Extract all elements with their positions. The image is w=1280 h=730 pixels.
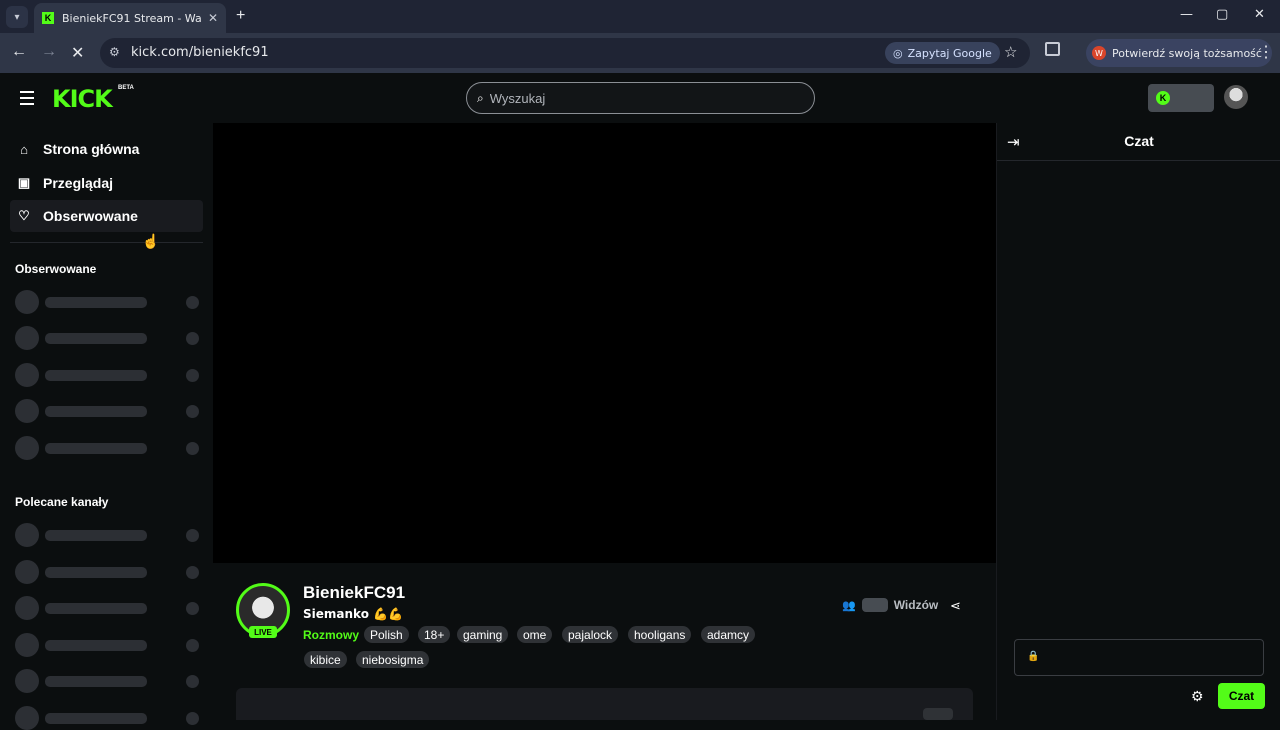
user-avatar[interactable] <box>1224 85 1248 109</box>
browser-tab[interactable]: K BieniekFC91 Stream - Watch Live ✕ <box>34 3 226 33</box>
about-card <box>236 688 973 720</box>
heart-icon: ♡ <box>18 208 30 223</box>
channel-skeleton <box>15 596 200 620</box>
channel-name[interactable]: BieniekFC91 <box>303 583 405 603</box>
beta-label: BETA <box>118 85 134 91</box>
kick-favicon-icon: K <box>42 12 54 24</box>
about-card-button[interactable] <box>923 708 953 720</box>
tag-pill[interactable]: gaming <box>457 626 509 643</box>
share-icon[interactable]: ⋖ <box>950 598 961 614</box>
channel-skeleton <box>15 523 200 547</box>
google-lens-icon: ◎ <box>893 46 903 60</box>
sidebar-item-label: Przeglądaj <box>43 175 114 191</box>
ask-google-label: Zapytaj Google <box>907 46 992 60</box>
profile-verify-label: Potwierdź swoją tożsamość <box>1112 46 1262 60</box>
sidebar: ⌂ Strona główna ▣ Przeglądaj ♡ Obserwowa… <box>0 123 213 730</box>
extensions-icon[interactable] <box>1045 42 1060 56</box>
sidebar-divider <box>10 242 203 243</box>
sidebar-item-label: Strona główna <box>43 141 140 157</box>
category-link[interactable]: Rozmowy <box>303 628 359 642</box>
channel-skeleton <box>15 436 200 460</box>
lock-icon: 🔒 <box>1027 651 1040 662</box>
url-text[interactable]: kick.com/bieniekfc91 <box>131 45 269 60</box>
site-info-icon[interactable]: ⚙ <box>109 45 120 59</box>
channel-skeleton <box>15 706 200 730</box>
video-player[interactable] <box>213 123 996 563</box>
viewer-count: 👥 Widzów <box>842 598 938 612</box>
kick-logo[interactable]: KICK <box>52 85 113 113</box>
home-icon: ⌂ <box>20 141 28 157</box>
kick-coin-icon: K <box>1156 91 1170 105</box>
chat-input[interactable]: 🔒 <box>1014 639 1264 676</box>
channel-skeleton <box>15 363 200 387</box>
tab-title: BieniekFC91 Stream - Watch Live <box>62 11 202 25</box>
site-header: KICK BETA ⌕ K <box>0 73 1280 123</box>
bookmark-star-icon[interactable]: ☆ <box>1004 43 1017 61</box>
forward-arrow-icon[interactable]: → <box>41 43 57 61</box>
hamburger-menu-icon[interactable] <box>20 91 34 109</box>
sidebar-item-label: Obserwowane <box>43 208 138 224</box>
address-bar[interactable]: ⚙ kick.com/bieniekfc91 ◎ Zapytaj Google … <box>100 38 1030 68</box>
close-window-button[interactable]: ✕ <box>1254 7 1265 22</box>
tag-pill[interactable]: adamcy <box>701 626 756 643</box>
channel-skeleton <box>15 399 200 423</box>
sidebar-item-home[interactable]: ⌂ Strona główna <box>10 133 203 165</box>
tag-pill[interactable]: pajalock <box>562 626 619 643</box>
channel-skeleton <box>15 560 200 584</box>
send-chat-button[interactable]: Czat <box>1218 683 1265 709</box>
minimize-button[interactable]: — <box>1180 7 1193 22</box>
hand-cursor-icon: ☝ <box>142 233 160 249</box>
followed-section-title: Obserwowane <box>15 262 97 276</box>
search-box[interactable]: ⌕ <box>466 82 815 114</box>
chat-header: ⇥ Czat <box>997 123 1280 161</box>
ask-google-button[interactable]: ◎ Zapytaj Google <box>885 42 1000 64</box>
tag-pill[interactable]: 18+ <box>418 626 451 643</box>
profile-avatar-icon: W <box>1092 46 1106 60</box>
browse-icon: ▣ <box>17 175 31 190</box>
recommended-section-title: Polecane kanały <box>15 495 109 509</box>
chat-panel: ⇥ Czat 🔒 ⚙ Czat <box>996 123 1280 720</box>
tag-pill[interactable]: niebosigma <box>356 651 430 668</box>
stop-loading-icon[interactable]: ✕ <box>71 43 84 63</box>
tag-pill[interactable]: hooligans <box>628 626 692 643</box>
channel-skeleton <box>15 290 200 314</box>
stream-title: Siemanko 💪💪 <box>303 607 404 621</box>
back-arrow-icon[interactable]: ← <box>11 43 27 61</box>
tag-pill[interactable]: Polish <box>364 626 409 643</box>
tab-search-button[interactable]: ▾ <box>6 6 28 28</box>
viewer-count-skeleton <box>861 598 888 612</box>
viewers-icon: 👥 <box>842 599 856 612</box>
kick-points-button[interactable]: K <box>1148 84 1214 112</box>
viewers-label: Widzów <box>893 598 939 612</box>
channel-skeleton <box>15 669 200 693</box>
new-tab-button[interactable]: + <box>236 7 245 25</box>
tag-pill[interactable]: kibice <box>304 651 347 668</box>
chat-settings-gear-icon[interactable]: ⚙ <box>1191 688 1204 705</box>
browser-tab-bar: ▾ K BieniekFC91 Stream - Watch Live ✕ + … <box>0 0 1280 33</box>
search-icon: ⌕ <box>477 90 484 105</box>
sidebar-item-following[interactable]: ♡ Obserwowane <box>10 200 203 232</box>
live-badge: LIVE <box>249 626 277 638</box>
browser-menu-icon[interactable]: ⋮ <box>1258 42 1274 62</box>
search-input[interactable] <box>489 90 790 106</box>
channel-skeleton <box>15 326 200 350</box>
maximize-button[interactable]: ▢ <box>1216 7 1228 22</box>
profile-verify-button[interactable]: W Potwierdź swoją tożsamość <box>1086 39 1272 67</box>
chat-title: Czat <box>1124 133 1154 149</box>
sidebar-item-browse[interactable]: ▣ Przeglądaj <box>10 167 203 199</box>
browser-toolbar: ← → ✕ ⚙ kick.com/bieniekfc91 ◎ Zapytaj G… <box>0 33 1280 73</box>
tab-close-icon[interactable]: ✕ <box>208 11 218 25</box>
tag-pill[interactable]: ome <box>517 626 553 643</box>
channel-skeleton <box>15 633 200 657</box>
